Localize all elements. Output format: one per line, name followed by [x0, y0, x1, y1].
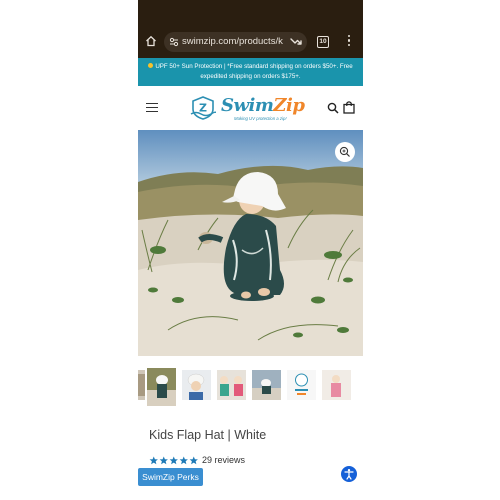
accessibility-button[interactable] [341, 466, 357, 482]
thumbnail[interactable] [217, 370, 246, 400]
cart-icon[interactable] [343, 100, 355, 114]
product-title: Kids Flap Hat | White [149, 428, 267, 442]
search-icon[interactable] [327, 102, 339, 114]
product-image[interactable] [138, 130, 363, 356]
sun-icon [148, 63, 154, 68]
thumbnail[interactable] [252, 370, 281, 400]
zoom-button[interactable] [335, 142, 355, 162]
url-text: swimzip.com/products/k [182, 36, 283, 47]
thumbnail[interactable] [287, 370, 316, 400]
announcement-text: UPF 50+ Sun Protection | *Free standard … [155, 63, 353, 80]
browser-toolbar: swimzip.com/products/k 10 [138, 0, 363, 58]
site-header: Z SwimZip Making UV protection a zip! [138, 86, 363, 130]
phone-viewport: swimzip.com/products/k 10 UPF 50+ Sun Pr… [138, 0, 363, 500]
menu-icon[interactable] [146, 103, 158, 113]
star-rating [149, 455, 199, 465]
logo-wordmark: SwimZip [221, 95, 305, 116]
site-settings-icon[interactable] [169, 37, 179, 47]
accessibility-icon [344, 469, 354, 480]
logo-tagline: Making UV protection a zip! [234, 116, 287, 121]
logo-badge-icon: Z [190, 96, 216, 120]
perks-button[interactable]: SwimZip Perks [138, 468, 203, 486]
zoom-icon [339, 146, 350, 157]
star-icon [169, 455, 178, 464]
thumbnail[interactable] [322, 370, 351, 400]
star-icon [159, 455, 168, 464]
thumbnail[interactable] [147, 368, 176, 406]
address-bar[interactable]: swimzip.com/products/k [164, 32, 304, 52]
star-icon [149, 455, 158, 464]
trend-icon [290, 38, 302, 45]
product-photo [138, 130, 363, 356]
product-rating[interactable]: 29 reviews [149, 454, 245, 466]
reviews-count[interactable]: 29 reviews [202, 455, 245, 465]
thumbnail[interactable] [182, 370, 211, 400]
thumbnail-gallery [138, 368, 363, 410]
star-icon [189, 455, 198, 464]
thumbnail[interactable] [138, 370, 145, 400]
star-icon [179, 455, 188, 464]
announcement-bar: UPF 50+ Sun Protection | *Free standard … [138, 58, 363, 86]
home-icon[interactable] [145, 35, 157, 47]
more-icon[interactable] [346, 35, 352, 49]
logo[interactable]: Z SwimZip Making UV protection a zip! [190, 94, 305, 124]
tabs-icon[interactable]: 10 [317, 36, 329, 48]
svg-text:Z: Z [199, 102, 207, 115]
trend-button[interactable] [285, 32, 307, 52]
